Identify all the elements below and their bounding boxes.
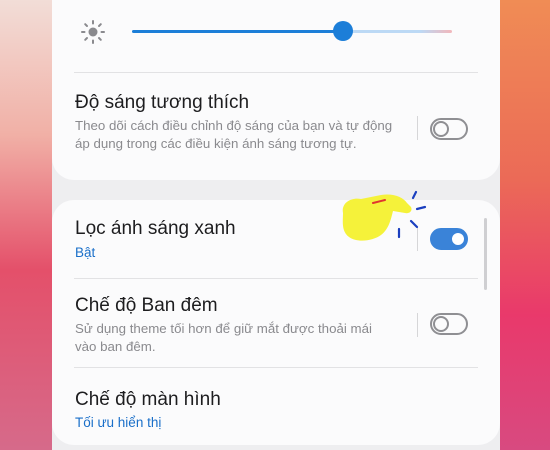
blue-light-filter-title: Lọc ánh sáng xanh: [75, 218, 236, 239]
brightness-slider-thumb[interactable]: [333, 21, 354, 41]
display-options-card: Lọc ánh sáng xanh Bật Chế độ Ban đêm Sử …: [52, 200, 500, 445]
screen-mode-value: Tối ưu hiển thị: [75, 415, 162, 430]
brightness-card: Độ sáng tương thích Theo dõi cách điều c…: [52, 0, 500, 180]
night-mode-toggle[interactable]: [430, 313, 468, 335]
scrollbar[interactable]: [484, 218, 487, 290]
divider: [74, 278, 478, 279]
adaptive-brightness-title: Độ sáng tương thích: [75, 92, 250, 113]
adaptive-brightness-toggle[interactable]: [430, 118, 468, 140]
display-settings-screen: Độ sáng tương thích Theo dõi cách điều c…: [52, 0, 500, 450]
row-separator: [417, 313, 418, 337]
screen-mode-title: Chế độ màn hình: [75, 389, 221, 410]
brightness-slider-track[interactable]: [132, 30, 452, 33]
toggle-knob: [433, 121, 449, 137]
night-mode-description: Sử dụng theme tối hơn để giữ mắt được th…: [75, 321, 372, 354]
blue-light-filter-status: Bật: [75, 245, 96, 260]
toggle-knob: [433, 316, 449, 332]
adaptive-brightness-description: Theo dõi cách điều chỉnh độ sáng của bạn…: [75, 118, 393, 151]
tap-hand-icon: [342, 190, 427, 241]
sun-icon: [81, 20, 105, 44]
night-mode-title: Chế độ Ban đêm: [75, 295, 218, 316]
wallpaper-left: [0, 0, 60, 450]
blue-light-filter-toggle[interactable]: [430, 228, 468, 250]
divider: [74, 72, 478, 73]
divider: [74, 367, 478, 368]
row-separator: [417, 116, 418, 140]
toggle-knob: [450, 231, 466, 247]
